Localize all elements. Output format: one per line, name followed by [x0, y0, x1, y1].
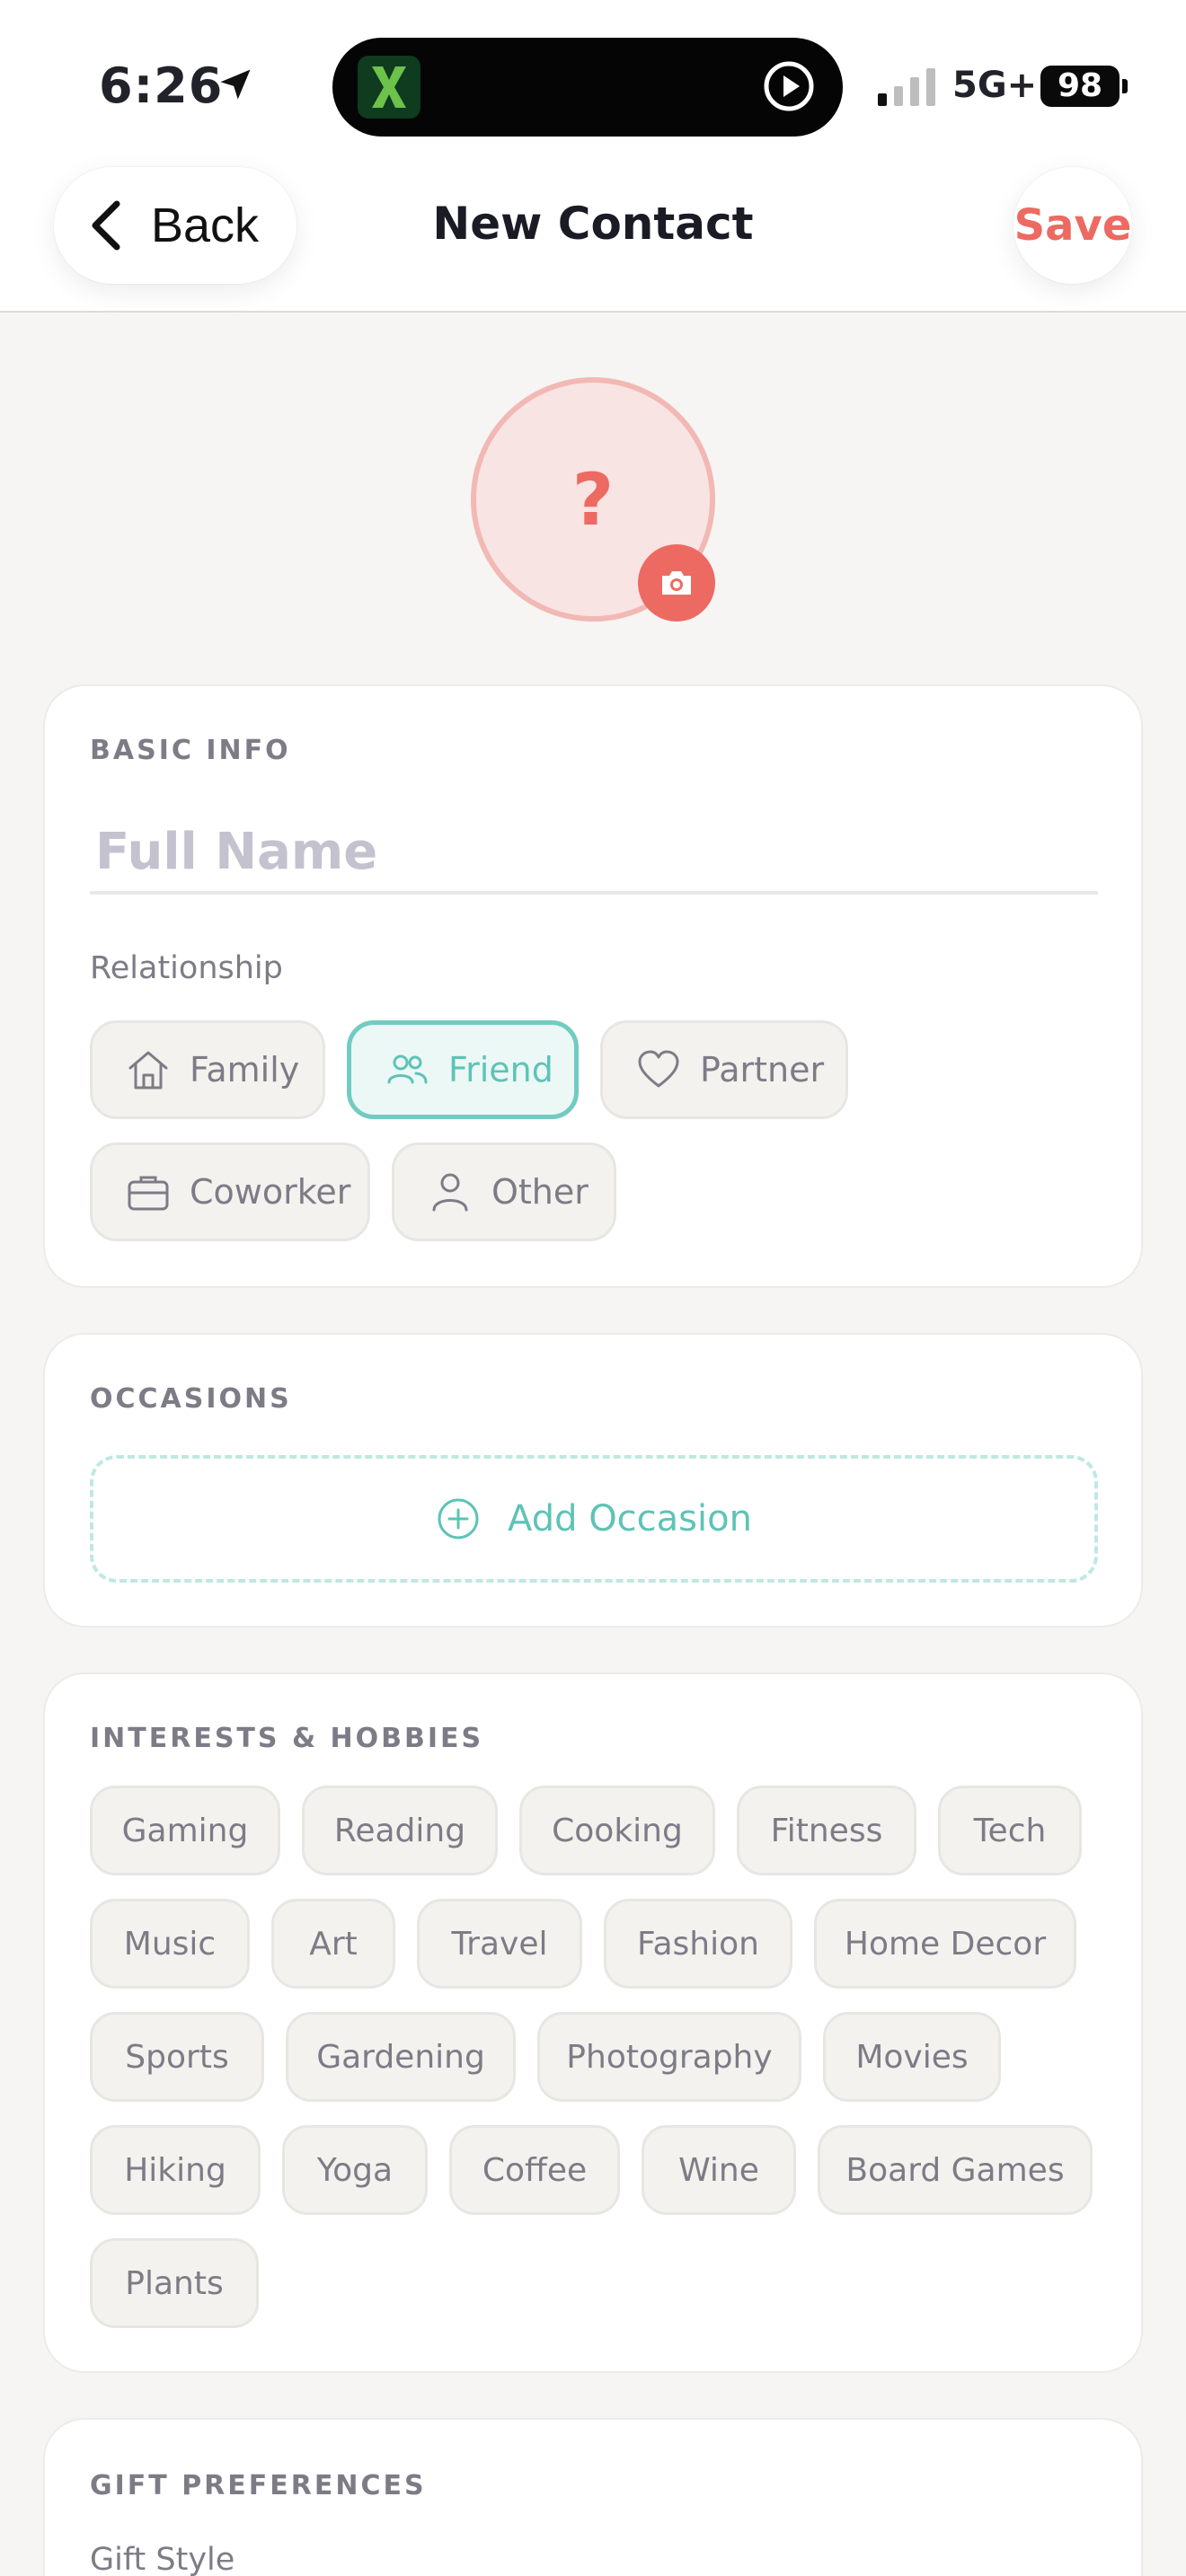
interest-tag-fitness[interactable]: Fitness — [737, 1786, 916, 1875]
excel-app-icon — [358, 56, 420, 119]
add-occasion-button[interactable]: Add Occasion — [90, 1455, 1098, 1583]
relationship-chip-label: Other — [491, 1172, 589, 1212]
relationship-chip-label: Family — [190, 1050, 300, 1090]
interest-tag-travel[interactable]: Travel — [417, 1899, 582, 1989]
gift-style-label: Gift Style — [90, 2542, 235, 2576]
interest-tag-cooking[interactable]: Cooking — [519, 1786, 715, 1875]
interest-tag-board-games[interactable]: Board Games — [818, 2125, 1093, 2215]
briefcase-icon — [128, 1176, 169, 1211]
interest-tag-coffee[interactable]: Coffee — [449, 2125, 620, 2215]
relationship-chip-label: Partner — [700, 1050, 825, 1090]
relationship-chip-other[interactable]: Other — [392, 1142, 616, 1241]
interest-tag-plants[interactable]: Plants — [90, 2238, 259, 2328]
interest-tag-yoga[interactable]: Yoga — [282, 2125, 428, 2215]
plus-circle-icon — [438, 1498, 479, 1539]
interest-tag-art[interactable]: Art — [271, 1899, 395, 1989]
interest-tag-music[interactable]: Music — [90, 1899, 250, 1989]
interest-tag-gardening[interactable]: Gardening — [286, 2012, 516, 2102]
add-occasion-label: Add Occasion — [508, 1498, 752, 1539]
play-circle-icon — [764, 61, 814, 111]
relationship-chip-friend[interactable]: Friend — [347, 1020, 579, 1119]
save-button[interactable]: Save — [1013, 167, 1132, 284]
dynamic-island — [332, 38, 843, 137]
interest-tag-fashion[interactable]: Fashion — [604, 1899, 792, 1989]
relationship-label: Relationship — [90, 950, 283, 986]
relationship-chip-coworker[interactable]: Coworker — [90, 1142, 370, 1241]
change-photo-button[interactable] — [638, 544, 715, 622]
interest-tag-tech[interactable]: Tech — [938, 1786, 1082, 1875]
relationship-chip-label: Friend — [448, 1050, 553, 1090]
interest-tag-movies[interactable]: Movies — [823, 2012, 1001, 2102]
battery-indicator: 98 — [1040, 66, 1120, 107]
occasions-card: OCCASIONS Add Occasion — [43, 1333, 1143, 1628]
basic-info-card: BASIC INFO Relationship Family Friend Pa… — [43, 684, 1143, 1288]
interest-tag-sports[interactable]: Sports — [90, 2012, 264, 2102]
page-title: New Contact — [432, 198, 754, 250]
avatar-question-mark: ? — [571, 457, 615, 542]
interest-tag-wine[interactable]: Wine — [642, 2125, 796, 2215]
relationship-chip-label: Coworker — [190, 1172, 351, 1212]
section-title-gift-preferences: GIFT PREFERENCES — [90, 2470, 427, 2501]
status-time: 6:26 — [99, 57, 224, 114]
cell-signal-icon — [878, 68, 935, 106]
section-title-interests: INTERESTS & HOBBIES — [90, 1723, 484, 1754]
home-icon — [128, 1051, 168, 1090]
heart-icon — [638, 1050, 679, 1088]
interest-tag-gaming[interactable]: Gaming — [90, 1786, 280, 1875]
person-icon — [432, 1173, 468, 1212]
interest-tag-photography[interactable]: Photography — [537, 2012, 801, 2102]
navigation-bar: Back New Contact Save — [0, 153, 1186, 313]
relationship-chip-family[interactable]: Family — [90, 1020, 325, 1119]
people-icon — [387, 1054, 428, 1084]
interests-card: INTERESTS & HOBBIES Gaming Reading Cooki… — [43, 1672, 1143, 2373]
interest-tag-reading[interactable]: Reading — [302, 1786, 498, 1875]
relationship-chip-partner[interactable]: Partner — [600, 1020, 848, 1119]
section-title-basic-info: BASIC INFO — [90, 735, 291, 766]
gift-preferences-card: GIFT PREFERENCES Gift Style — [43, 2418, 1143, 2576]
network-type: 5G+ — [952, 65, 1038, 106]
camera-icon — [662, 571, 691, 595]
full-name-input[interactable] — [90, 812, 1098, 895]
location-arrow-icon — [220, 69, 251, 100]
status-bar: 6:26 5G+ 98 — [0, 0, 1186, 153]
section-title-occasions: OCCASIONS — [90, 1383, 292, 1415]
battery-tip — [1122, 79, 1128, 93]
interest-tag-home-decor[interactable]: Home Decor — [814, 1899, 1076, 1989]
interest-tag-hiking[interactable]: Hiking — [90, 2125, 261, 2215]
